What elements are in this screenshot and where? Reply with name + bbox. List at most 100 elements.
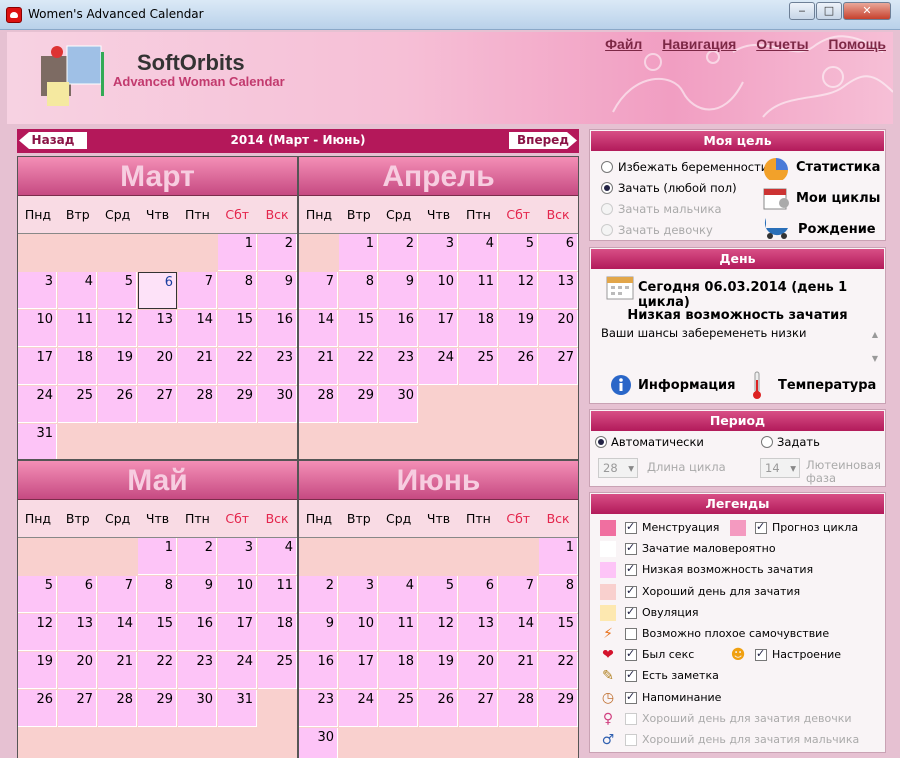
day-cell[interactable]: 12 [499,272,538,309]
day-cell[interactable]: 6 [459,576,498,613]
day-cell[interactable]: 16 [178,614,217,651]
day-cell[interactable]: 29 [218,386,257,423]
day-cell[interactable]: 8 [138,576,177,613]
day-cell[interactable]: 31 [18,424,57,459]
day-cell[interactable]: 14 [299,310,338,347]
day-cell[interactable]: 29 [539,690,578,727]
day-cell[interactable]: 12 [18,614,57,651]
day-cell[interactable]: 17 [218,614,257,651]
goal-girl-radio[interactable] [601,224,613,236]
day-cell[interactable]: 2 [258,234,297,271]
day-cell[interactable]: 23 [299,690,338,727]
day-cell[interactable]: 13 [58,614,97,651]
day-cell[interactable]: 8 [539,576,578,613]
day-cell[interactable]: 15 [138,614,177,651]
day-cell[interactable]: 6 [539,234,578,271]
information-link[interactable]: Информация [638,378,736,393]
day-cell[interactable]: 30 [258,386,297,423]
day-cell[interactable]: 7 [98,576,137,613]
day-cell[interactable]: 5 [18,576,57,613]
goal-avoid-radio[interactable] [601,161,613,173]
day-cell-today[interactable]: 6 [138,272,177,309]
day-cell[interactable]: 28 [98,690,137,727]
day-cell[interactable]: 24 [218,652,257,689]
day-cell[interactable]: 13 [459,614,498,651]
next-button[interactable]: Вперед [509,132,577,149]
day-cell[interactable]: 14 [178,310,217,347]
birth-link[interactable]: Рождение [798,222,876,237]
day-cell[interactable]: 25 [379,690,418,727]
day-cell[interactable]: 29 [339,386,378,423]
day-cell[interactable]: 5 [419,576,458,613]
day-cell[interactable]: 24 [339,690,378,727]
day-cell[interactable]: 2 [178,538,217,575]
day-cell[interactable]: 12 [98,310,137,347]
day-cell[interactable]: 10 [339,614,378,651]
day-cell[interactable]: 21 [98,652,137,689]
day-cell[interactable]: 8 [339,272,378,309]
day-cell[interactable]: 5 [499,234,538,271]
day-cell[interactable]: 29 [138,690,177,727]
day-cell[interactable]: 20 [138,348,177,385]
day-cell[interactable]: 4 [379,576,418,613]
day-cell[interactable]: 27 [138,386,177,423]
day-cell[interactable]: 7 [178,272,217,309]
day-cell[interactable]: 16 [299,652,338,689]
day-cell[interactable]: 14 [98,614,137,651]
day-cell[interactable]: 1 [539,538,578,575]
day-cell[interactable]: 22 [339,348,378,385]
statistics-link[interactable]: Статистика [796,160,880,175]
day-cell[interactable]: 18 [459,310,498,347]
day-cell[interactable]: 31 [218,690,257,727]
day-cell[interactable]: 26 [18,690,57,727]
day-cell[interactable]: 5 [98,272,137,309]
day-cell[interactable]: 28 [178,386,217,423]
day-cell[interactable]: 21 [499,652,538,689]
day-cell[interactable]: 2 [299,576,338,613]
legend-checkbox[interactable] [755,647,767,662]
day-cell[interactable]: 3 [18,272,57,309]
day-cell[interactable]: 22 [138,652,177,689]
period-set-radio[interactable] [761,436,773,448]
legend-checkbox[interactable] [625,734,637,746]
day-cell[interactable]: 19 [499,310,538,347]
day-cell[interactable]: 11 [58,310,97,347]
legend-checkbox[interactable] [625,562,637,577]
day-cell[interactable]: 15 [339,310,378,347]
day-cell[interactable]: 6 [58,576,97,613]
day-cell[interactable]: 1 [138,538,177,575]
goal-boy-radio[interactable] [601,203,613,215]
scroll-down-icon[interactable]: ▼ [869,354,881,363]
day-cell[interactable]: 22 [539,652,578,689]
menu-navigation[interactable]: Навигация [662,36,736,52]
day-cell[interactable]: 30 [379,386,418,423]
day-cell[interactable]: 3 [339,576,378,613]
close-button[interactable]: ✕ [843,2,891,20]
day-cell[interactable]: 1 [218,234,257,271]
day-cell[interactable]: 18 [379,652,418,689]
day-cell[interactable]: 22 [218,348,257,385]
period-auto-radio[interactable] [595,436,607,448]
day-cell[interactable]: 4 [58,272,97,309]
day-cell[interactable]: 23 [258,348,297,385]
day-cell[interactable]: 21 [299,348,338,385]
day-cell[interactable]: 2 [379,234,418,271]
day-cell[interactable]: 18 [58,348,97,385]
day-cell[interactable]: 27 [58,690,97,727]
legend-checkbox[interactable] [755,520,767,534]
day-cell[interactable]: 9 [299,614,338,651]
day-cell[interactable]: 27 [459,690,498,727]
day-cell[interactable]: 30 [299,728,338,758]
day-cell[interactable]: 1 [339,234,378,271]
day-cell[interactable]: 11 [258,576,297,613]
day-cell[interactable]: 19 [18,652,57,689]
day-cell[interactable]: 9 [379,272,418,309]
day-cell[interactable]: 25 [459,348,498,385]
legend-checkbox[interactable] [625,668,637,683]
day-cell[interactable]: 15 [218,310,257,347]
day-cell[interactable]: 27 [539,348,578,385]
day-cell[interactable]: 15 [539,614,578,651]
day-cell[interactable]: 24 [419,348,458,385]
day-cell[interactable]: 9 [178,576,217,613]
day-cell[interactable]: 19 [419,652,458,689]
